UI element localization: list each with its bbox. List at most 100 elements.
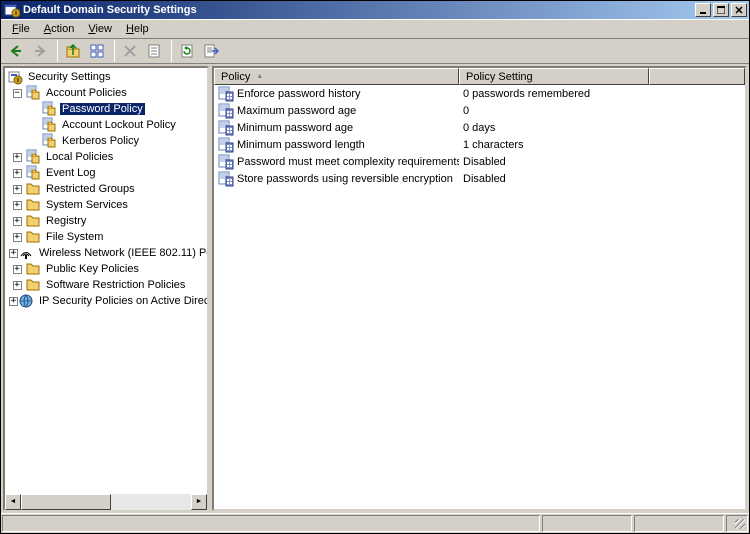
tree-root[interactable]: Security Settings xyxy=(5,69,207,85)
tree-expander[interactable]: + xyxy=(13,201,22,210)
tree-item[interactable]: + Public Key Policies xyxy=(5,261,207,277)
status-panel-1 xyxy=(2,515,540,532)
tree-item-icon xyxy=(25,197,41,213)
tree-expander[interactable]: + xyxy=(13,185,22,194)
folder-up-icon xyxy=(65,43,81,59)
policy-item-icon xyxy=(218,86,234,102)
column-header[interactable]: Policy Setting xyxy=(459,68,649,85)
list-row[interactable]: Enforce password history 0 passwords rem… xyxy=(214,85,745,102)
maximize-button[interactable] xyxy=(713,3,729,17)
tree-item[interactable]: + Restricted Groups xyxy=(5,181,207,197)
tree-item-icon xyxy=(41,101,57,117)
list-row[interactable]: Store passwords using reversible encrypt… xyxy=(214,170,745,187)
tree-item[interactable]: + Event Log xyxy=(5,165,207,181)
tree-item[interactable]: + Registry xyxy=(5,213,207,229)
tree-item-label: File System xyxy=(44,231,105,243)
column-header[interactable]: Policy ▲ xyxy=(214,68,459,85)
toolbar-separator xyxy=(57,40,58,62)
scroll-left-button[interactable]: ◄ xyxy=(5,494,21,510)
tree-item[interactable]: + Wireless Network (IEEE 802.11) Policie… xyxy=(5,245,207,261)
scroll-thumb[interactable] xyxy=(21,494,111,510)
tree-expander[interactable]: + xyxy=(13,217,22,226)
tree-item[interactable]: + Local Policies xyxy=(5,149,207,165)
policy-item-icon xyxy=(218,137,234,153)
tree-item[interactable]: Kerberos Policy xyxy=(5,133,207,149)
tree-item-icon xyxy=(18,245,34,261)
tree-item-icon xyxy=(25,277,41,293)
toolbar-options-button[interactable] xyxy=(143,40,165,62)
policy-setting: 1 characters xyxy=(459,139,649,151)
list-row[interactable]: Minimum password age 0 days xyxy=(214,119,745,136)
tree-expander[interactable]: − xyxy=(13,89,22,98)
toolbar-delete-button[interactable] xyxy=(119,40,141,62)
tree-expander[interactable]: + xyxy=(9,249,18,258)
policy-name: Password must meet complexity requiremen… xyxy=(237,156,459,168)
tree-expander[interactable]: + xyxy=(13,169,22,178)
tree-expander[interactable]: + xyxy=(13,233,22,242)
close-button[interactable] xyxy=(731,3,747,17)
menu-help[interactable]: Help xyxy=(119,21,156,37)
status-bar xyxy=(1,513,749,533)
sheet-icon xyxy=(146,43,162,59)
toolbar-refresh-button[interactable] xyxy=(176,40,198,62)
menu-action[interactable]: Action xyxy=(37,21,82,37)
list-row[interactable]: Password must meet complexity requiremen… xyxy=(214,153,745,170)
tree-item[interactable]: + IP Security Policies on Active Directo… xyxy=(5,293,207,309)
tree-item-label: Local Policies xyxy=(44,151,115,163)
tree-expander[interactable]: + xyxy=(9,297,18,306)
tree-item-icon xyxy=(41,117,57,133)
tree-expander[interactable]: + xyxy=(13,153,22,162)
tree-item-icon xyxy=(25,85,41,101)
tree-item[interactable]: Password Policy xyxy=(5,101,207,117)
tree-item[interactable]: Account Lockout Policy xyxy=(5,117,207,133)
toolbar-export-button[interactable] xyxy=(200,40,222,62)
menu-view[interactable]: View xyxy=(81,21,119,37)
tree-item-label: Wireless Network (IEEE 802.11) Policies xyxy=(37,247,207,259)
list-row[interactable]: Maximum password age 0 xyxy=(214,102,745,119)
list-row[interactable]: Minimum password length 1 characters xyxy=(214,136,745,153)
tree-hscrollbar[interactable]: ◄ ► xyxy=(5,493,207,509)
minimize-button[interactable] xyxy=(695,3,711,17)
tree-item-icon xyxy=(41,133,57,149)
tree-expander[interactable]: + xyxy=(13,265,22,274)
policy-setting: Disabled xyxy=(459,156,649,168)
tree-item-icon xyxy=(25,149,41,165)
tree-item-label: Password Policy xyxy=(60,103,145,115)
export-icon xyxy=(203,43,219,59)
tree-item-icon xyxy=(25,181,41,197)
toolbar-properties-button[interactable] xyxy=(86,40,108,62)
toolbar-forward-button[interactable] xyxy=(29,40,51,62)
tree-item-label: Software Restriction Policies xyxy=(44,279,187,291)
toolbar-separator xyxy=(171,40,172,62)
tree-item-icon xyxy=(25,165,41,181)
tree-item[interactable]: + File System xyxy=(5,229,207,245)
title-bar: Default Domain Security Settings xyxy=(1,1,749,19)
menu-file[interactable]: File xyxy=(5,21,37,37)
scroll-right-button[interactable]: ► xyxy=(191,494,207,510)
policy-name: Store passwords using reversible encrypt… xyxy=(237,173,453,185)
policy-item-icon xyxy=(218,120,234,136)
toolbar-back-button[interactable] xyxy=(5,40,27,62)
tree[interactable]: Security Settings − Account Policies Pas… xyxy=(5,68,207,493)
policy-name: Enforce password history xyxy=(237,88,361,100)
policy-name: Maximum password age xyxy=(237,105,356,117)
policy-item-icon xyxy=(218,103,234,119)
tree-expander[interactable]: + xyxy=(13,281,22,290)
tree-panel: Security Settings − Account Policies Pas… xyxy=(3,66,209,511)
column-headers: Policy ▲ Policy Setting xyxy=(214,68,745,85)
scroll-track[interactable] xyxy=(21,494,191,510)
menu-bar: File Action View Help xyxy=(1,19,749,38)
tree-item-label: Account Lockout Policy xyxy=(60,119,178,131)
status-panel-2 xyxy=(542,515,632,532)
policy-item-icon xyxy=(218,171,234,187)
tree-item-icon xyxy=(25,229,41,245)
app-icon xyxy=(4,2,20,18)
tree-item-label: Event Log xyxy=(44,167,98,179)
tree-item[interactable]: + System Services xyxy=(5,197,207,213)
toolbar-up-button[interactable] xyxy=(62,40,84,62)
tree-item[interactable]: + Software Restriction Policies xyxy=(5,277,207,293)
policy-setting: Disabled xyxy=(459,173,649,185)
tree-item[interactable]: − Account Policies xyxy=(5,85,207,101)
arrow-left-icon xyxy=(8,43,24,59)
resize-grip[interactable] xyxy=(726,515,748,532)
